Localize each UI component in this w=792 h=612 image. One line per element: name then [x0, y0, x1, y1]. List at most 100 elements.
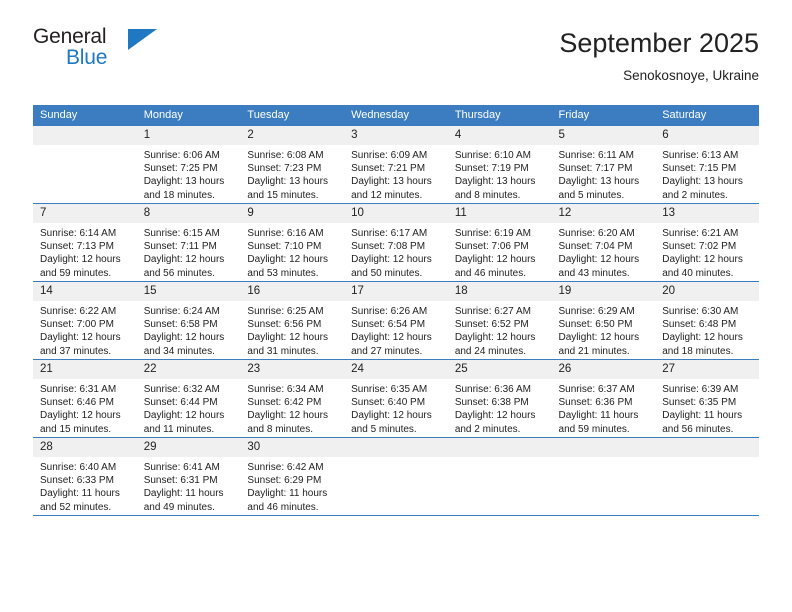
day-number: 12	[551, 204, 656, 223]
daylight-text: Daylight: 11 hours and 59 minutes.	[558, 410, 639, 435]
daylight-text: Daylight: 12 hours and 2 minutes.	[454, 410, 536, 435]
sunset-text: Sunset: 6:31 PM	[143, 475, 218, 487]
calendar-day-cell[interactable]: 30 Sunrise: 6:42 AM Sunset: 6:29 PM Dayligh…	[240, 437, 345, 516]
calendar-day-cell[interactable]: 22 Sunrise: 6:32 AM Sunset: 6:44 PM Dayligh…	[136, 359, 241, 438]
day-number: 1	[136, 126, 241, 145]
calendar-week-row: 21 Sunrise: 6:31 AM Sunset: 6:46 PM Dayligh…	[33, 359, 759, 438]
calendar-day-cell[interactable]: 11 Sunrise: 6:19 AM Sunset: 7:06 PM Dayligh…	[447, 203, 552, 282]
sunset-text: Sunset: 6:46 PM	[40, 397, 114, 409]
day-number: 29	[136, 438, 241, 457]
sunset-text: Sunset: 6:42 PM	[247, 397, 322, 409]
day-details: Sunrise: 6:27 AM Sunset: 6:52 PM Daylight:…	[448, 301, 552, 358]
calendar-day-cell[interactable]: 27 Sunrise: 6:39 AM Sunset: 6:35 PM Dayligh…	[655, 359, 759, 438]
sunset-text: Sunset: 7:00 PM	[40, 319, 114, 331]
calendar-day-cell[interactable]: 4 Sunrise: 6:10 AM Sunset: 7:19 PM Daylight…	[447, 126, 552, 204]
calendar-day-cell[interactable]: 29 Sunrise: 6:41 AM Sunset: 6:31 PM Dayligh…	[136, 437, 241, 516]
daylight-text: Daylight: 12 hours and 56 minutes.	[143, 254, 225, 279]
sunrise-text: Sunrise: 6:25 AM	[247, 306, 324, 317]
calendar-day-cell[interactable]: 26 Sunrise: 6:37 AM Sunset: 6:36 PM Dayligh…	[551, 359, 656, 438]
calendar-day-cell[interactable]: 24 Sunrise: 6:35 AM Sunset: 6:40 PM Dayligh…	[344, 359, 448, 438]
sunrise-text: Sunrise: 6:32 AM	[143, 384, 220, 395]
sunrise-text: Sunrise: 6:09 AM	[351, 150, 428, 161]
day-number: 14	[33, 282, 137, 301]
calendar-day-cell[interactable]: 5 Sunrise: 6:11 AM Sunset: 7:17 PM Daylight…	[551, 126, 656, 204]
calendar-day-cell[interactable]: 1 Sunrise: 6:06 AM Sunset: 7:25 PM Daylight…	[136, 126, 241, 204]
daylight-text: Daylight: 13 hours and 18 minutes.	[143, 176, 225, 201]
calendar-day-cell[interactable]: 21 Sunrise: 6:31 AM Sunset: 6:46 PM Dayligh…	[33, 359, 137, 438]
sunrise-text: Sunrise: 6:42 AM	[247, 462, 324, 473]
day-details: Sunrise: 6:16 AM Sunset: 7:10 PM Daylight:…	[240, 223, 344, 280]
calendar-day-cell[interactable]: 17 Sunrise: 6:26 AM Sunset: 6:54 PM Dayligh…	[344, 281, 448, 360]
sunset-text: Sunset: 6:48 PM	[662, 319, 737, 331]
day-number: 6	[655, 126, 759, 145]
sunrise-text: Sunrise: 6:29 AM	[558, 306, 635, 317]
calendar-day-cell[interactable]: 3 Sunrise: 6:09 AM Sunset: 7:21 PM Daylight…	[344, 126, 448, 204]
sunrise-text: Sunrise: 6:37 AM	[558, 384, 635, 395]
calendar-day-cell[interactable]: 19 Sunrise: 6:29 AM Sunset: 6:50 PM Dayligh…	[551, 281, 656, 360]
weekday-header-tuesday: Tuesday	[240, 105, 345, 126]
day-number	[33, 126, 137, 145]
calendar-day-cell[interactable]: 9 Sunrise: 6:16 AM Sunset: 7:10 PM Daylight…	[240, 203, 345, 282]
day-details: Sunrise: 6:14 AM Sunset: 7:13 PM Daylight:…	[33, 223, 137, 280]
calendar-day-cell[interactable]: 28 Sunrise: 6:40 AM Sunset: 6:33 PM Dayligh…	[33, 437, 137, 516]
daylight-text: Daylight: 13 hours and 15 minutes.	[247, 176, 329, 201]
weekday-header-monday: Monday	[136, 105, 241, 126]
daylight-text: Daylight: 12 hours and 5 minutes.	[351, 410, 432, 435]
daylight-text: Daylight: 12 hours and 50 minutes.	[351, 254, 432, 279]
calendar-day-cell[interactable]: 14 Sunrise: 6:22 AM Sunset: 7:00 PM Dayligh…	[33, 281, 137, 360]
calendar-week-row: 28 Sunrise: 6:40 AM Sunset: 6:33 PM Dayligh…	[33, 437, 759, 516]
calendar-day-cell[interactable]: 8 Sunrise: 6:15 AM Sunset: 7:11 PM Daylight…	[136, 203, 241, 282]
sunrise-text: Sunrise: 6:19 AM	[454, 228, 531, 239]
daylight-text: Daylight: 11 hours and 56 minutes.	[662, 410, 743, 435]
calendar-day-cell[interactable]: 25 Sunrise: 6:36 AM Sunset: 6:38 PM Dayligh…	[447, 359, 552, 438]
calendar-day-cell[interactable]: 18 Sunrise: 6:27 AM Sunset: 6:52 PM Dayligh…	[447, 281, 552, 360]
day-number	[447, 438, 552, 457]
page-header: General Blue September 2025 Senokosnoye,…	[33, 26, 759, 94]
calendar-day-cell[interactable]: 2 Sunrise: 6:08 AM Sunset: 7:23 PM Daylight…	[240, 126, 345, 204]
day-number: 19	[551, 282, 656, 301]
general-blue-logo: General Blue	[33, 26, 213, 82]
day-details: Sunrise: 6:25 AM Sunset: 6:56 PM Daylight:…	[240, 301, 344, 358]
daylight-text: Daylight: 12 hours and 31 minutes.	[247, 332, 329, 357]
calendar-day-cell[interactable]: 16 Sunrise: 6:25 AM Sunset: 6:56 PM Dayligh…	[240, 281, 345, 360]
calendar-day-cell[interactable]: 10 Sunrise: 6:17 AM Sunset: 7:08 PM Dayligh…	[344, 203, 448, 282]
day-number	[344, 438, 448, 457]
sunset-text: Sunset: 7:10 PM	[247, 241, 322, 253]
day-number: 10	[344, 204, 448, 223]
calendar-day-cell[interactable]: 12 Sunrise: 6:20 AM Sunset: 7:04 PM Dayligh…	[551, 203, 656, 282]
day-number: 21	[33, 360, 137, 379]
sunset-text: Sunset: 7:17 PM	[558, 163, 633, 175]
sunrise-text: Sunrise: 6:40 AM	[40, 462, 117, 473]
calendar-day-cell[interactable]: 13 Sunrise: 6:21 AM Sunset: 7:02 PM Dayligh…	[655, 203, 759, 282]
sunset-text: Sunset: 7:21 PM	[351, 163, 426, 175]
sunset-text: Sunset: 6:58 PM	[143, 319, 218, 331]
sunset-text: Sunset: 6:52 PM	[454, 319, 529, 331]
sunrise-text: Sunrise: 6:16 AM	[247, 228, 324, 239]
sunset-text: Sunset: 7:06 PM	[454, 241, 529, 253]
day-number: 23	[240, 360, 345, 379]
day-details: Sunrise: 6:19 AM Sunset: 7:06 PM Daylight:…	[448, 223, 552, 280]
calendar-day-cell[interactable]: 20 Sunrise: 6:30 AM Sunset: 6:48 PM Dayligh…	[655, 281, 759, 360]
calendar-day-cell[interactable]: 6 Sunrise: 6:13 AM Sunset: 7:15 PM Daylight…	[655, 126, 759, 204]
sunrise-text: Sunrise: 6:39 AM	[662, 384, 739, 395]
logo-text-general: General	[33, 25, 107, 48]
calendar-day-cell[interactable]: 7 Sunrise: 6:14 AM Sunset: 7:13 PM Daylight…	[33, 203, 137, 282]
calendar-day-cell[interactable]: 23 Sunrise: 6:34 AM Sunset: 6:42 PM Dayligh…	[240, 359, 345, 438]
sunrise-text: Sunrise: 6:10 AM	[454, 150, 531, 161]
sunrise-text: Sunrise: 6:31 AM	[40, 384, 117, 395]
daylight-text: Daylight: 12 hours and 53 minutes.	[247, 254, 329, 279]
day-number: 8	[136, 204, 241, 223]
day-number: 30	[240, 438, 345, 457]
calendar-day-cell[interactable]: 15 Sunrise: 6:24 AM Sunset: 6:58 PM Dayligh…	[136, 281, 241, 360]
sunset-text: Sunset: 6:44 PM	[143, 397, 218, 409]
daylight-text: Daylight: 12 hours and 24 minutes.	[454, 332, 536, 357]
day-details: Sunrise: 6:40 AM Sunset: 6:33 PM Daylight:…	[33, 457, 137, 514]
sunset-text: Sunset: 7:19 PM	[454, 163, 529, 175]
calendar-day-cell-empty	[551, 437, 656, 516]
calendar-header-row: Sunday Monday Tuesday Wednesday Thursday Frid…	[33, 105, 759, 126]
daylight-text: Daylight: 12 hours and 59 minutes.	[40, 254, 121, 279]
title-block: September 2025 Senokosnoye, Ukraine	[559, 26, 759, 86]
day-details: Sunrise: 6:13 AM Sunset: 7:15 PM Daylight:…	[655, 145, 759, 202]
day-details: Sunrise: 6:06 AM Sunset: 7:25 PM Daylight:…	[137, 145, 241, 202]
daylight-text: Daylight: 12 hours and 27 minutes.	[351, 332, 432, 357]
